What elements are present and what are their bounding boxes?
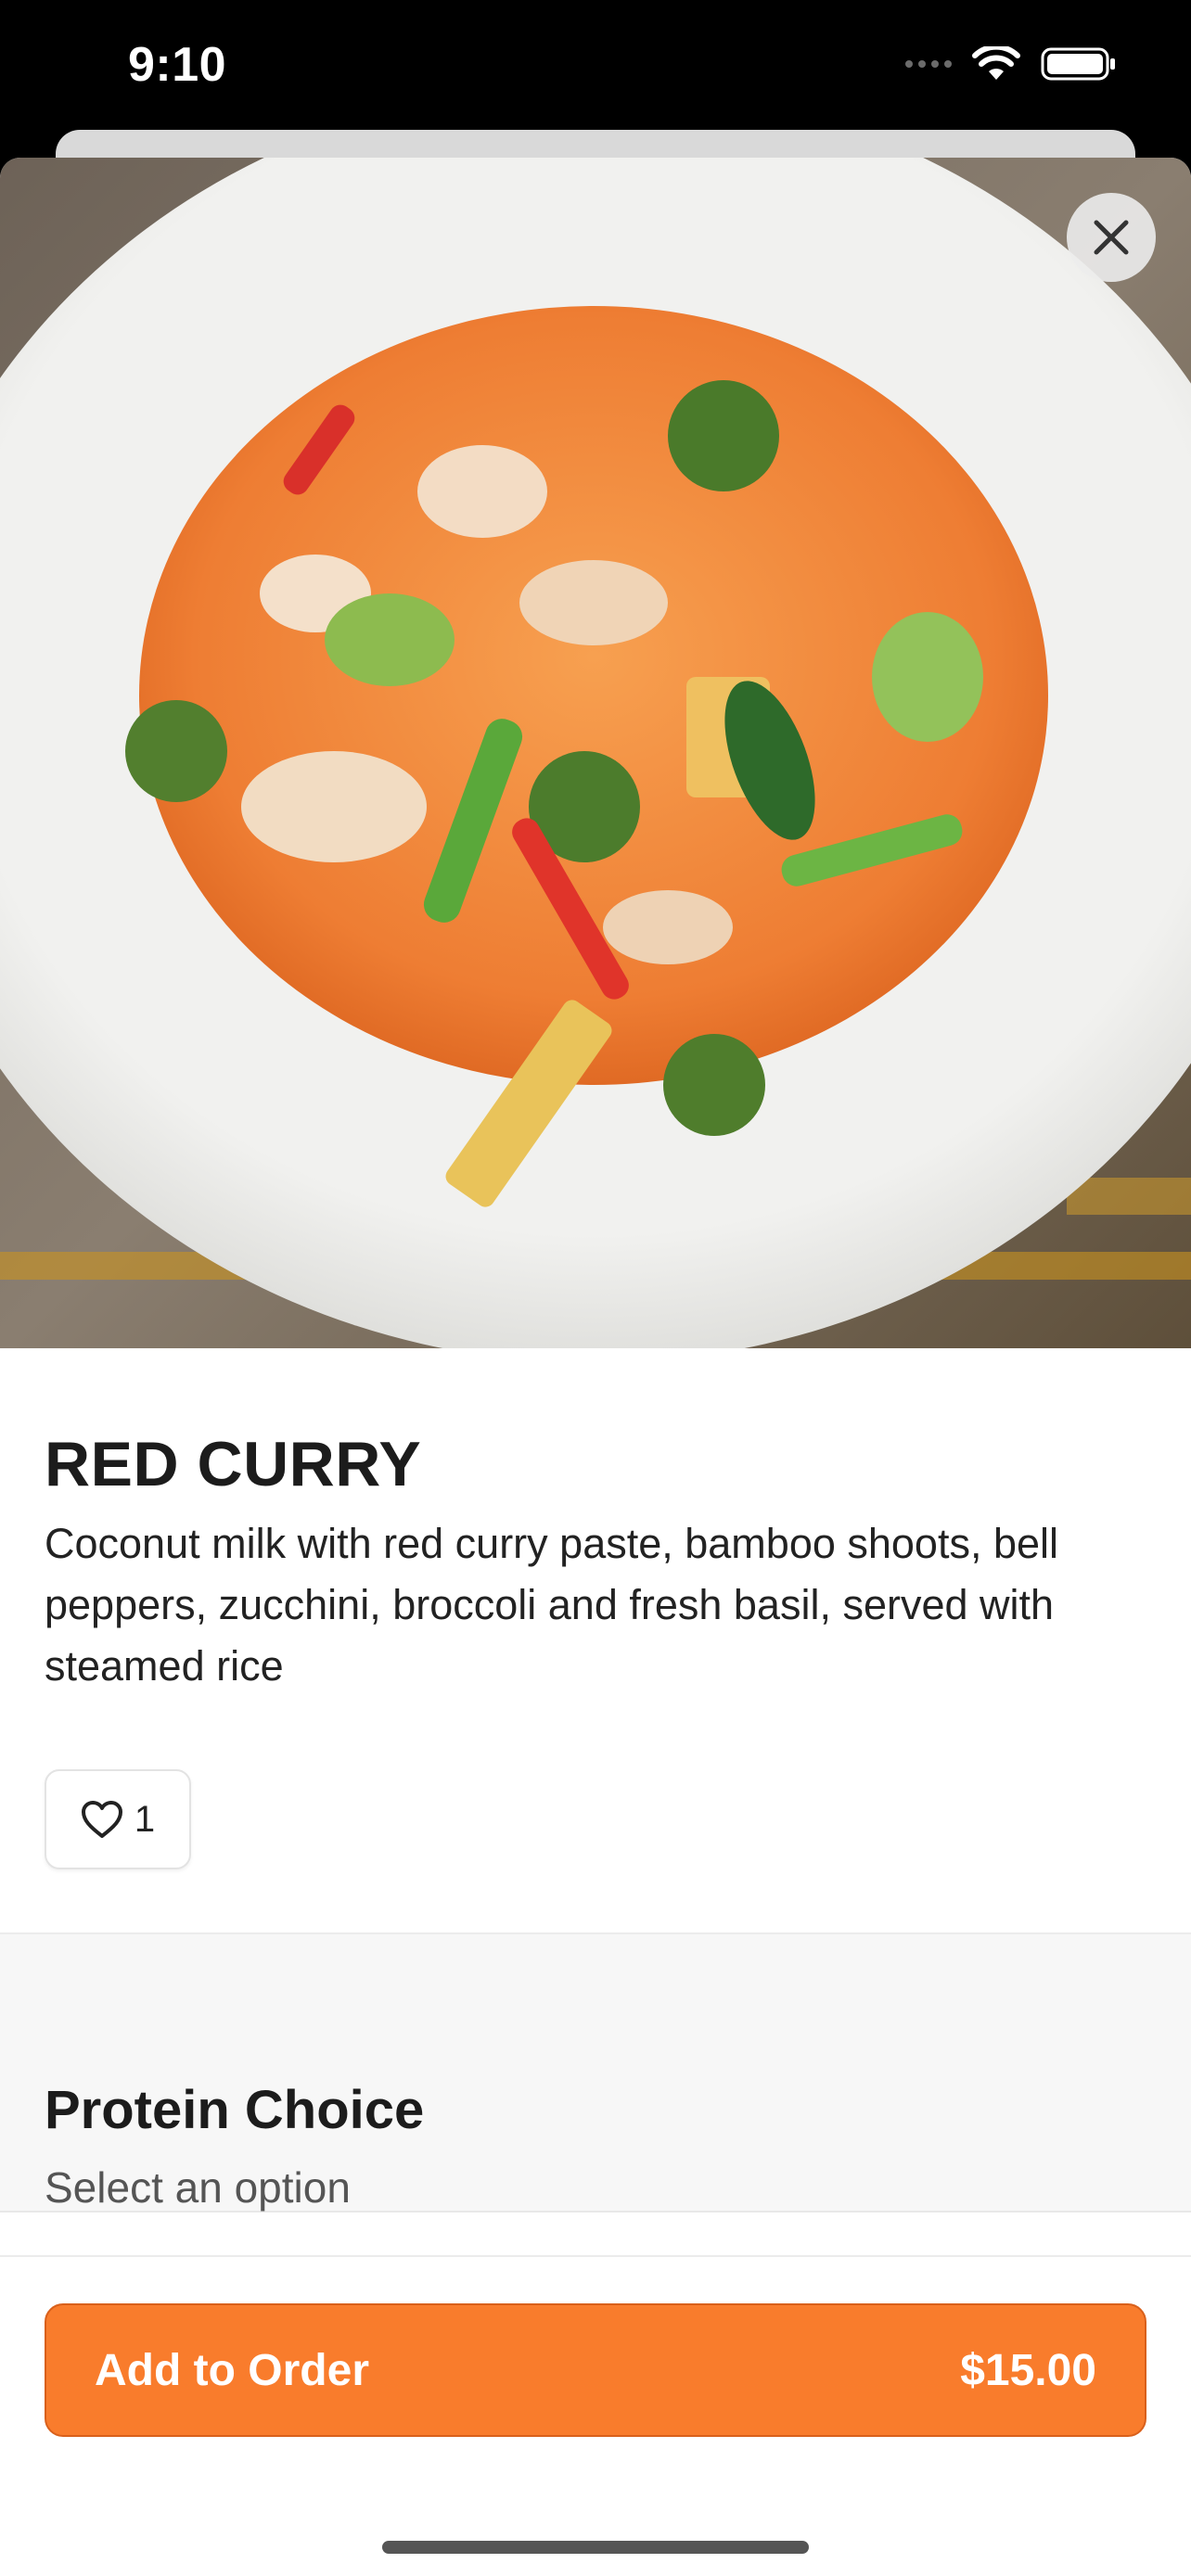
add-to-order-label: Add to Order [95,2345,369,2395]
close-button[interactable] [1067,193,1156,282]
cellular-signal-icon [905,60,952,68]
protein-choice-section[interactable]: Protein Choice Select an option [0,1934,1191,2213]
like-button[interactable]: 1 [45,1769,191,1869]
heart-icon [81,1801,122,1838]
status-time: 9:10 [128,38,227,92]
home-indicator[interactable] [382,2541,809,2554]
like-count: 1 [134,1798,156,1840]
add-to-order-button[interactable]: Add to Order $15.00 [45,2303,1146,2437]
section-subtitle: Select an option [45,2163,351,2212]
price-label: $15.00 [960,2345,1096,2395]
wifi-icon [972,46,1020,80]
bottom-action-bar: Add to Order $15.00 [0,2255,1191,2576]
item-title: RED CURRY [45,1429,422,1499]
battery-icon [1041,47,1115,81]
status-icons [905,46,1117,82]
close-icon [1094,220,1129,255]
status-bar: 9:10 [0,0,1191,132]
item-description: Coconut milk with red curry paste, bambo… [45,1520,1059,1690]
item-detail-sheet: RED CURRY Coconut milk with red curry pa… [0,158,1191,2576]
section-title: Protein Choice [45,2080,425,2140]
dish-photo [0,158,1191,1348]
